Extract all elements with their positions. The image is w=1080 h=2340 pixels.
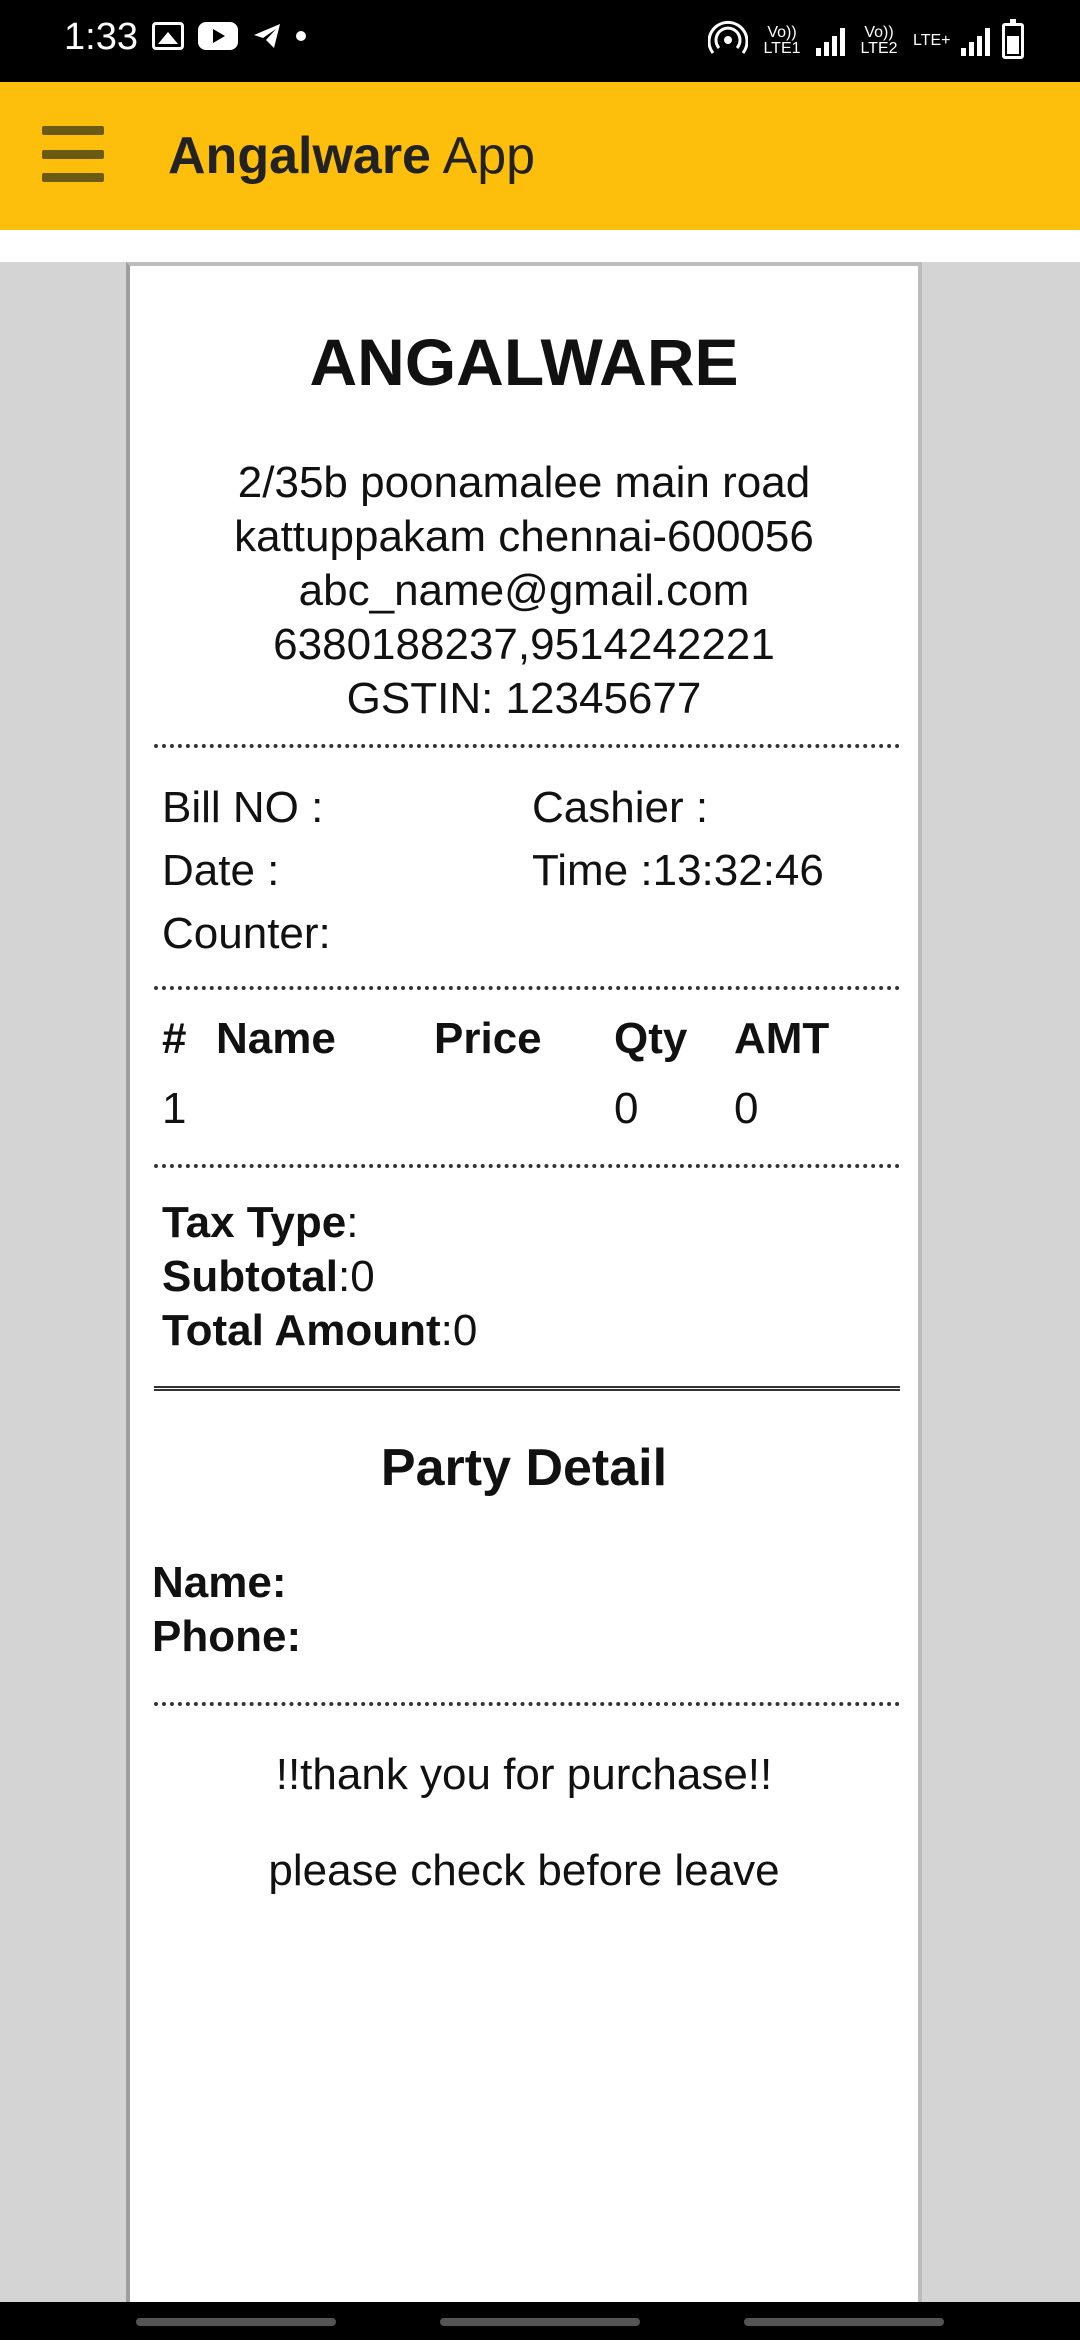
bill-info: Bill NO : Cashier : Date : Time :13:32:4… bbox=[162, 776, 882, 965]
col-amt: AMT bbox=[734, 1014, 830, 1063]
total-amount-value: :0 bbox=[440, 1306, 478, 1355]
col-name: Name bbox=[216, 1014, 336, 1063]
row-name bbox=[216, 1084, 434, 1134]
divider bbox=[154, 986, 900, 990]
youtube-icon bbox=[198, 22, 238, 50]
app-title-bold: Angalware bbox=[168, 127, 431, 185]
status-bar: 1:33 Vo)) LTE1 Vo)) LTE2 LTE+ bbox=[0, 0, 1080, 82]
check-message: please check before leave bbox=[268, 1846, 780, 1895]
party-phone-label: Phone: bbox=[152, 1612, 302, 1661]
cashier-label: Cashier : bbox=[532, 782, 709, 832]
system-icons: Vo)) LTE1 Vo)) LTE2 LTE+ bbox=[707, 18, 1024, 61]
app-bar: Angalware App bbox=[0, 82, 1080, 230]
sim2-label: Vo)) LTE2 bbox=[860, 23, 898, 57]
totals: Tax Type: Subtotal:0 Total Amount:0 bbox=[162, 1196, 477, 1358]
shop-address: 2/35b poonamalee main road kattuppakam c… bbox=[130, 456, 918, 726]
app-title: Angalware App bbox=[168, 126, 535, 186]
table-row: 1 0 0 bbox=[162, 1084, 882, 1134]
row-amt: 0 bbox=[734, 1084, 759, 1133]
signal-icon bbox=[816, 26, 845, 56]
shop-email: abc_name@gmail.com bbox=[298, 566, 750, 615]
nav-home-pill[interactable] bbox=[440, 2318, 640, 2326]
col-qty: Qty bbox=[614, 1014, 688, 1063]
subtotal-value: :0 bbox=[337, 1252, 375, 1301]
bill-no-label: Bill NO : bbox=[162, 782, 324, 832]
col-number: # bbox=[162, 1014, 187, 1063]
row-number: 1 bbox=[162, 1084, 187, 1133]
lte-plus-label: LTE+ bbox=[913, 31, 951, 49]
row-price bbox=[434, 1084, 614, 1134]
divider bbox=[154, 1702, 900, 1706]
gallery-icon bbox=[152, 22, 184, 50]
app-title-regular: App bbox=[442, 127, 536, 185]
notification-icons bbox=[152, 22, 306, 50]
time-label: Time :13:32:46 bbox=[532, 845, 824, 895]
address-line2: kattuppakam chennai-600056 bbox=[234, 512, 814, 561]
total-amount-label: Total Amount bbox=[162, 1306, 441, 1355]
counter-label: Counter: bbox=[162, 908, 331, 958]
divider bbox=[154, 744, 900, 748]
divider bbox=[154, 1164, 900, 1168]
content-top-band bbox=[0, 230, 1080, 262]
subtotal-label: Subtotal bbox=[162, 1252, 338, 1301]
party-name-label: Name: bbox=[152, 1558, 287, 1607]
shop-gstin: GSTIN: 12345677 bbox=[346, 674, 702, 723]
navigation-bar bbox=[0, 2302, 1080, 2340]
row-qty: 0 bbox=[614, 1084, 639, 1133]
sim1-label: Vo)) LTE1 bbox=[763, 23, 801, 57]
party-detail-title: Party Detail bbox=[380, 1439, 668, 1497]
party-detail: Name: Phone: bbox=[152, 1556, 301, 1664]
battery-icon bbox=[1002, 18, 1024, 59]
address-line1: 2/35b poonamalee main road bbox=[237, 458, 811, 507]
telegram-icon bbox=[252, 22, 282, 50]
date-label: Date : bbox=[162, 845, 280, 895]
menu-icon[interactable] bbox=[42, 126, 104, 182]
tax-type-label: Tax Type bbox=[162, 1198, 347, 1247]
items-table-header: # Name Price Qty AMT bbox=[162, 1014, 882, 1064]
dot-icon bbox=[296, 31, 306, 41]
shop-name: ANGALWARE bbox=[309, 325, 739, 399]
shop-phones: 6380188237,9514242221 bbox=[273, 620, 775, 669]
divider bbox=[154, 1386, 900, 1391]
nav-recents-pill[interactable] bbox=[136, 2318, 336, 2326]
tax-type-value: : bbox=[346, 1198, 359, 1247]
thank-you-message: !!thank you for purchase!! bbox=[275, 1750, 773, 1799]
hotspot-icon bbox=[707, 20, 749, 61]
status-time: 1:33 bbox=[64, 16, 138, 58]
col-price: Price bbox=[434, 1014, 542, 1063]
signal-icon bbox=[961, 26, 990, 56]
receipt: ANGALWARE 2/35b poonamalee main road kat… bbox=[126, 262, 922, 2302]
nav-back-pill[interactable] bbox=[744, 2318, 944, 2326]
